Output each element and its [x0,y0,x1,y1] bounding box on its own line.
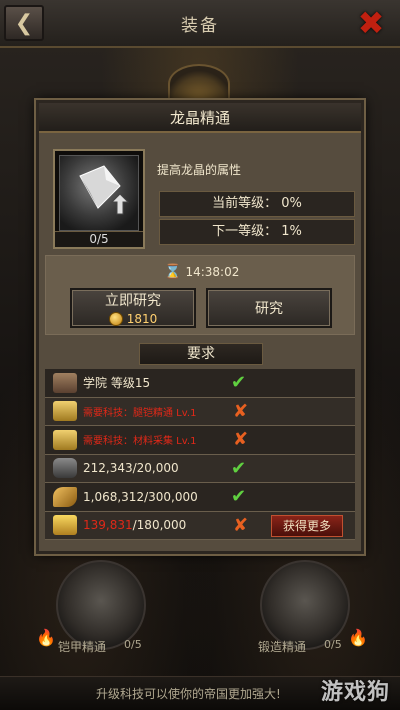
hourglass-icon: ⌛ [164,264,182,280]
research-panel: 龙晶精通 0/5 提高龙晶的属性 当前等级： 0% 下一等级： 1% ⌛ 14:… [36,100,364,554]
gold-coin-icon [108,312,123,326]
book-icon [53,401,77,422]
timer-value: 14:38:02 [185,265,240,279]
requirement-tech-leg-armor: 需要科技：腿铠精通 Lv.1 ✘ [45,397,355,426]
cross-icon: ✘ [233,429,249,451]
current-level-stat: 当前等级： 0% [159,191,355,217]
close-x-icon: ✖ [357,4,385,42]
check-icon: ✔ [231,457,247,479]
dragon-crystal-icon [59,155,139,231]
item-level-count: 0/5 [55,231,143,247]
instant-cost: 1810 [108,312,158,326]
node-label-armor: 铠甲精通 [58,640,107,654]
tech-item-frame: 0/5 [53,149,145,249]
requirement-iron: 212,343/20,000 ✔ [45,454,355,483]
requirement-academy: 学院 等级15 ✔ [45,369,355,398]
research-timer: ⌛ 14:38:02 [164,264,239,280]
gold-current: 139,831 [83,518,133,533]
back-arrow-icon: ❮ [14,10,34,36]
top-bar: ❮ 装备 ✖ [0,0,400,48]
academy-icon [53,372,77,393]
item-description: 提高龙晶的属性 [157,163,242,177]
research-actions: ⌛ 14:38:02 立即研究 1810 研究 [45,255,355,335]
next-level-stat: 下一等级： 1% [159,219,355,245]
requirements-header: 要求 [139,343,263,365]
requirement-tech-material: 需要科技：材料采集 Lv.1 ✘ [45,426,355,455]
tech-node-armor[interactable] [56,560,146,650]
page-title: 装备 [181,15,219,36]
research-button[interactable]: 研究 [206,288,332,328]
instant-research-button[interactable]: 立即研究 1810 [70,288,196,328]
gold-required: /180,000 [132,518,187,533]
back-button[interactable]: ❮ [4,5,44,41]
requirement-text: 212,343/20,000 [83,461,179,476]
close-button[interactable]: ✖ [354,6,388,40]
watermark-logo: 游戏狗 [320,680,390,705]
get-more-button[interactable]: 获得更多 [271,514,343,537]
requirement-text: 学院 等级15 [83,376,151,391]
check-icon: ✔ [231,486,247,508]
cross-icon: ✘ [233,514,249,536]
book-icon [53,429,77,450]
instant-research-label: 立即研究 [105,293,161,309]
torch-icon: 🔥 [348,628,368,647]
requirement-text: 需要科技：腿铠精通 Lv.1 [83,407,197,419]
panel-title: 龙晶精通 [169,108,230,127]
requirement-text: 需要科技：材料采集 Lv.1 [83,436,197,448]
requirement-text: 1,068,312/300,000 [83,489,198,504]
research-label: 研究 [255,301,283,317]
emblem-decoration [168,64,230,104]
requirements-list: 学院 等级15 ✔ 需要科技：腿铠精通 Lv.1 ✘ 需要科技：材料采集 Lv.… [45,369,355,540]
cross-icon: ✘ [233,400,249,422]
panel-header: 龙晶精通 [39,103,361,133]
requirement-feather: 1,068,312/300,000 ✔ [45,483,355,512]
feather-icon [53,486,77,507]
tech-node-forging[interactable] [260,560,350,650]
node-label-forging: 锻造精通 [258,640,307,654]
requirement-text: 139,831/180,000 [83,518,253,532]
node-count-forging: 0/5 [324,638,342,651]
check-icon: ✔ [231,372,247,394]
iron-ore-icon [53,458,77,479]
gold-bar-icon [53,515,77,536]
requirement-gold: 139,831/180,000 ✘ 获得更多 [45,511,355,540]
node-count-armor: 0/5 [124,638,142,651]
instant-cost-value: 1810 [126,312,158,326]
torch-icon: 🔥 [36,628,56,647]
